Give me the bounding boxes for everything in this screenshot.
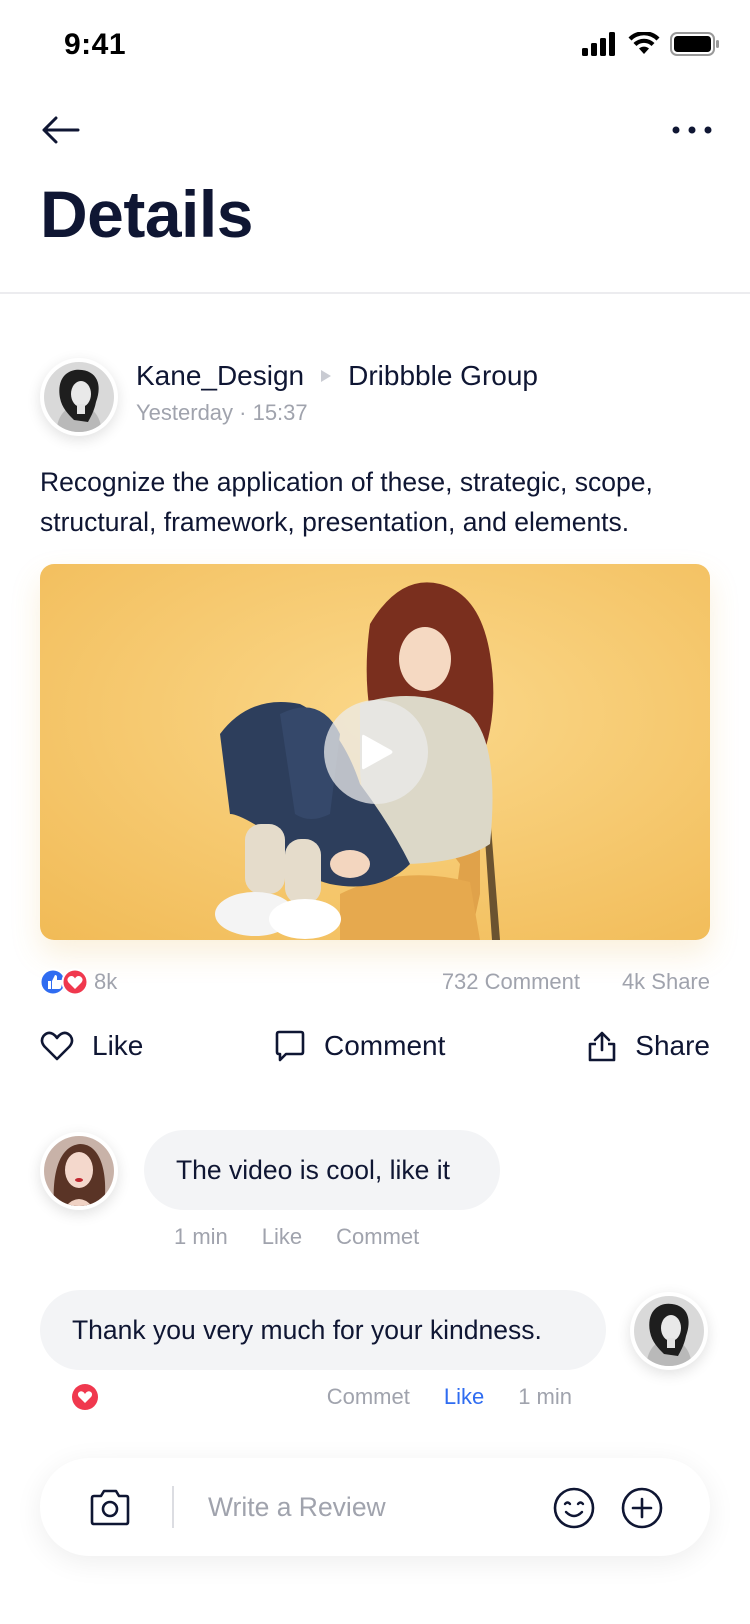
comment-like-button[interactable]: Like	[262, 1224, 302, 1250]
replier-photo	[634, 1296, 704, 1366]
cellular-signal-icon	[582, 32, 615, 56]
arrow-left-icon	[42, 116, 80, 144]
post-author-line: Kane_Design Dribbble Group	[136, 360, 538, 392]
share-icon	[588, 1031, 616, 1062]
author-photo	[44, 362, 114, 432]
post-actions: Like Comment Share	[40, 1030, 710, 1070]
page-title: Details	[40, 177, 253, 251]
review-input[interactable]	[208, 1480, 538, 1534]
reply-text: Thank you very much for your kindness.	[72, 1314, 542, 1345]
comment-meta: 1 min Like Commet	[174, 1224, 419, 1250]
post-text: Recognize the application of these, stra…	[40, 467, 653, 537]
plus-circle-icon	[621, 1487, 663, 1529]
share-label: Share	[635, 1030, 710, 1061]
arrow-right-icon	[320, 369, 332, 383]
reply-time: 1 min	[518, 1384, 572, 1409]
comment-time: 1 min	[174, 1224, 228, 1249]
heart-icon	[40, 1031, 74, 1061]
comment-text: The video is cool, like it	[176, 1154, 450, 1185]
status-icons	[582, 32, 720, 56]
smile-icon	[553, 1487, 595, 1529]
share-count[interactable]: 4k Share	[622, 969, 710, 995]
more-horizontal-icon	[672, 126, 712, 134]
author-name[interactable]: Kane_Design	[136, 360, 304, 392]
battery-icon	[670, 32, 719, 56]
post-timestamp: Yesterday · 15:37	[136, 400, 308, 425]
comment-label: Comment	[324, 1030, 446, 1061]
comment-count[interactable]: 732 Comment	[442, 969, 580, 995]
reply-like-button[interactable]: Like	[444, 1384, 484, 1410]
play-icon	[362, 734, 393, 770]
camera-icon	[90, 1489, 130, 1526]
reply-meta: Commet Like 1 min	[327, 1384, 572, 1410]
play-button[interactable]	[324, 700, 428, 804]
status-bar: 9:41	[0, 0, 750, 90]
author-avatar[interactable]	[40, 358, 118, 436]
replier-avatar[interactable]	[630, 1292, 708, 1370]
share-button[interactable]: Share	[587, 1030, 710, 1062]
like-label: Like	[92, 1030, 144, 1061]
reply-comment-button[interactable]: Commet	[327, 1384, 410, 1410]
reaction-count[interactable]: 8k	[94, 969, 117, 995]
add-button[interactable]	[620, 1486, 664, 1530]
heart-reaction-icon[interactable]	[72, 1384, 98, 1410]
status-time: 9:41	[64, 28, 127, 61]
comment-bubble: The video is cool, like it	[144, 1130, 500, 1210]
camera-button[interactable]	[88, 1488, 132, 1528]
comment-button[interactable]: Comment	[274, 1030, 445, 1062]
commenter-avatar[interactable]	[40, 1132, 118, 1210]
more-options-button[interactable]	[670, 116, 714, 144]
composer-divider	[172, 1486, 174, 1528]
like-button[interactable]: Like	[40, 1030, 143, 1062]
wifi-icon	[628, 32, 660, 54]
post-stats: 8k 732 Comment 4k Share	[40, 966, 710, 998]
post-video[interactable]	[40, 564, 710, 940]
reaction-icons	[40, 968, 89, 996]
reply-bubble: Thank you very much for your kindness.	[40, 1290, 606, 1370]
comment-icon	[275, 1030, 305, 1062]
group-name[interactable]: Dribbble Group	[348, 360, 538, 392]
review-composer	[40, 1458, 710, 1556]
header-divider	[0, 292, 750, 294]
commenter-photo	[44, 1136, 114, 1206]
comment-reply-button[interactable]: Commet	[336, 1224, 419, 1250]
back-button[interactable]	[40, 108, 84, 152]
emoji-button[interactable]	[552, 1486, 596, 1530]
